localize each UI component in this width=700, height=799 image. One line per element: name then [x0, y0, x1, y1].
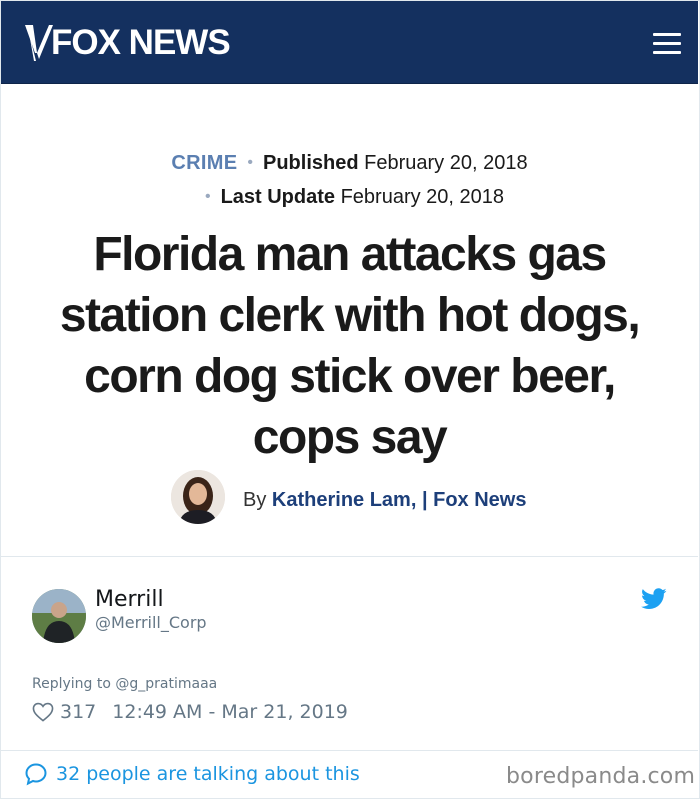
tweet-footer-divider	[1, 750, 698, 751]
hamburger-menu-icon[interactable]	[653, 31, 681, 57]
separator-dot: •	[247, 154, 253, 171]
heart-icon[interactable]	[32, 702, 54, 722]
speech-bubble-icon	[25, 763, 47, 786]
fox-news-logo[interactable]: FOX NEWS	[23, 23, 231, 63]
separator-dot: •	[204, 188, 211, 205]
tweet-author-handle[interactable]: @Merrill_Corp	[95, 613, 207, 632]
author-avatar	[171, 470, 225, 524]
article-headline: Florida man attacks gas station clerk wi…	[59, 228, 641, 464]
conversation-link-text: 32 people are talking about this	[56, 763, 360, 785]
tweet-avatar[interactable]	[32, 589, 86, 643]
byline-text: By Katherine Lam, | Fox News	[243, 489, 526, 512]
article-meta-published: CRIME • Published February 20, 2018	[1, 152, 698, 175]
tweet-stats: 317 12:49 AM - Mar 21, 2019	[32, 699, 348, 725]
outlet-link[interactable]: | Fox News	[422, 489, 527, 511]
author-photo-icon	[171, 470, 225, 524]
fox-news-logo-text: FOX NEWS	[51, 23, 231, 62]
updated-date: February 20, 2018	[340, 186, 505, 208]
likes-count[interactable]: 317	[60, 701, 96, 723]
article-category[interactable]: CRIME	[171, 152, 237, 174]
article-header: CRIME • Published February 20, 2018 • Last …	[1, 84, 698, 557]
updated-label: Last Update	[220, 186, 336, 208]
tweet-timestamp[interactable]: 12:49 AM - Mar 21, 2019	[112, 701, 348, 723]
twitter-bird-icon[interactable]	[641, 588, 667, 610]
article-byline: By Katherine Lam, | Fox News	[1, 470, 698, 526]
published-label: Published	[262, 152, 359, 174]
fox-news-header: FOX NEWS	[1, 1, 698, 84]
user-photo-icon	[32, 589, 86, 643]
author-link[interactable]: Katherine Lam,	[272, 489, 416, 511]
conversation-link[interactable]: 32 people are talking about this	[24, 761, 360, 787]
published-date: February 20, 2018	[364, 152, 528, 174]
byline-prefix: By	[243, 489, 267, 511]
boredpanda-watermark: boredpanda.com	[506, 764, 696, 789]
fox-news-searchlight-icon	[25, 25, 53, 61]
tweet-author-name[interactable]: Merrill	[95, 587, 164, 612]
article-meta-updated: • Last Update February 20, 2018	[1, 186, 698, 209]
replying-to-text[interactable]: Replying to @g_pratimaaa	[32, 676, 217, 692]
